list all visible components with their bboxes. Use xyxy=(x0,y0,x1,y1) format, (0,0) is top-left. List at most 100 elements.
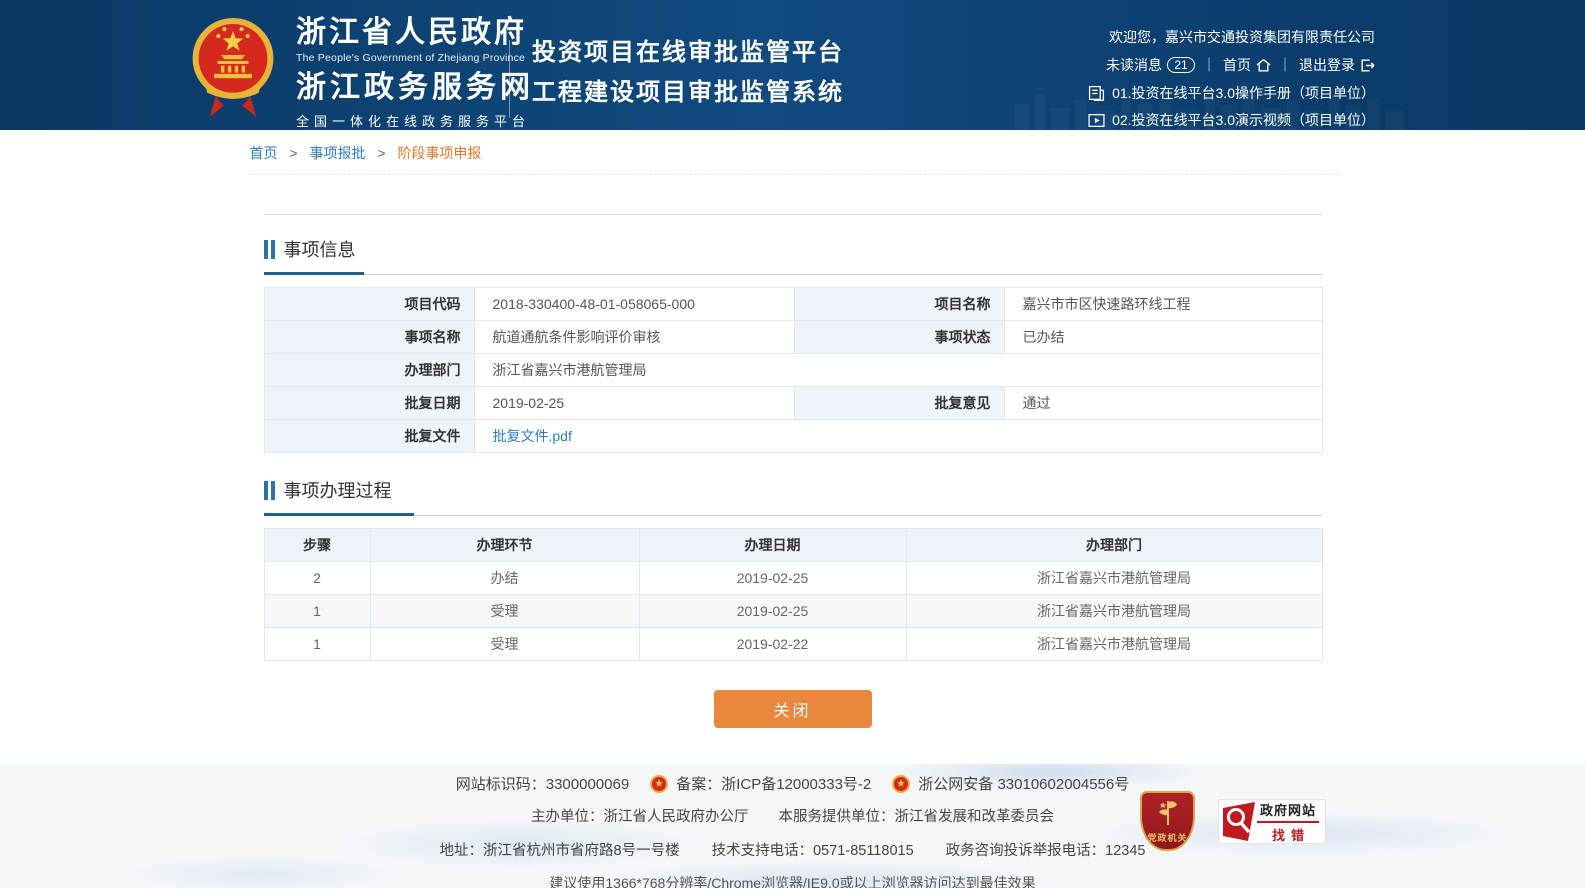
info-table: 项目代码 2018-330400-48-01-058065-000 项目名称 嘉… xyxy=(264,287,1323,453)
process-section-title: 事项办理过程 xyxy=(284,477,392,503)
cell-department: 浙江省嘉兴市港航管理局 xyxy=(906,562,1322,595)
section-underline xyxy=(264,272,1322,275)
gov-title: 浙江省人民政府 xyxy=(296,16,534,50)
find-error-badge[interactable]: 政府网站 找错 xyxy=(1218,799,1326,844)
home-link[interactable]: 首页 xyxy=(1223,54,1271,76)
close-button[interactable]: 关闭 xyxy=(714,690,872,728)
info-value: 批复文件.pdf xyxy=(474,420,1322,453)
address-text: 地址：浙江省杭州市省府路8号一号楼 xyxy=(440,839,680,860)
find-error-title: 政府网站 xyxy=(1257,800,1319,823)
tech-phone-text: 技术支持电话：0571-85118015 xyxy=(712,839,914,860)
column-header: 步骤 xyxy=(264,529,370,562)
section-bars-icon xyxy=(264,481,275,500)
gov-title-en: The People's Government of Zhejiang Prov… xyxy=(296,52,534,64)
cell-stage: 受理 xyxy=(370,628,639,661)
police-record[interactable]: 浙公网安备 33010602004556号 xyxy=(891,773,1129,794)
logout-label: 退出登录 xyxy=(1299,54,1355,76)
header-divider xyxy=(509,40,510,118)
table-row: 批复日期 2019-02-25 批复意见 通过 xyxy=(264,387,1322,420)
info-label: 项目代码 xyxy=(264,288,474,321)
home-label: 首页 xyxy=(1223,54,1251,76)
table-row: 1 受理 2019-02-25 浙江省嘉兴市港航管理局 xyxy=(264,595,1322,628)
section-bars-icon xyxy=(264,240,275,259)
breadcrumb-separator: > xyxy=(377,145,385,161)
cell-step: 2 xyxy=(264,562,370,595)
cell-department: 浙江省嘉兴市港航管理局 xyxy=(906,595,1322,628)
main-content: 事项信息 项目代码 2018-330400-48-01-058065-000 项… xyxy=(264,214,1322,728)
header-separator: ｜ xyxy=(1202,54,1216,76)
welcome-text: 欢迎您，嘉兴市交通投资集团有限责任公司 xyxy=(1088,26,1375,48)
party-badge-icon xyxy=(1157,799,1179,829)
info-section-header: 事项信息 xyxy=(264,215,1322,262)
portal-subtitle: 全国一体化在线政务服务平台 xyxy=(296,111,534,130)
mini-emblem-icon xyxy=(891,774,911,794)
process-table: 步骤 办理环节 办理日期 办理部门 2 办结 2019-02-25 浙江省嘉兴市… xyxy=(264,528,1323,661)
table-row: 1 受理 2019-02-22 浙江省嘉兴市港航管理局 xyxy=(264,628,1322,661)
column-header: 办理部门 xyxy=(906,529,1322,562)
gov-logo-block: 浙江省人民政府 The People's Government of Zheji… xyxy=(296,16,534,130)
process-section-header: 事项办理过程 xyxy=(264,453,1322,503)
header-separator: ｜ xyxy=(1278,54,1292,76)
info-value: 已办结 xyxy=(1004,321,1322,354)
info-value: 通过 xyxy=(1004,387,1322,420)
info-value: 2019-02-25 xyxy=(474,387,794,420)
find-error-action: 找错 xyxy=(1257,825,1319,844)
logout-link[interactable]: 退出登录 xyxy=(1299,54,1375,76)
cell-stage: 办结 xyxy=(370,562,639,595)
breadcrumb-home-link[interactable]: 首页 xyxy=(250,145,278,161)
cell-date: 2019-02-25 xyxy=(639,595,906,628)
info-label: 事项状态 xyxy=(794,321,1004,354)
unread-messages-link[interactable]: 未读消息 21 xyxy=(1106,54,1195,76)
browser-tip-text: 建议使用1366*768分辨率/Chrome浏览器/IE9.0或以上浏览器访问达… xyxy=(549,873,1035,888)
section-underline xyxy=(264,513,1322,516)
system-title-line1: 投资项目在线审批监管平台 xyxy=(532,32,844,72)
system-title-block: 投资项目在线审批监管平台 工程建设项目审批监管系统 xyxy=(532,32,844,112)
icp-record[interactable]: 备案：浙ICP备12000333号-2 xyxy=(649,773,871,794)
info-value: 2018-330400-48-01-058065-000 xyxy=(474,288,794,321)
cell-date: 2019-02-25 xyxy=(639,562,906,595)
system-title-line2: 工程建设项目审批监管系统 xyxy=(532,72,844,112)
info-value: 航道通航条件影响评价审核 xyxy=(474,321,794,354)
breadcrumb: 首页 > 事项报批 > 阶段事项申报 xyxy=(248,130,1338,175)
info-section-title: 事项信息 xyxy=(284,236,356,262)
cell-date: 2019-02-22 xyxy=(639,628,906,661)
provider-text: 本服务提供单位：浙江省发展和改革委员会 xyxy=(779,805,1055,826)
table-row: 办理部门 浙江省嘉兴市港航管理局 xyxy=(264,354,1322,387)
info-label: 批复文件 xyxy=(264,420,474,453)
breadcrumb-report-link[interactable]: 事项报批 xyxy=(309,145,365,161)
info-label: 批复日期 xyxy=(264,387,474,420)
page-header: 浙江省人民政府 The People's Government of Zheji… xyxy=(0,0,1585,130)
cell-department: 浙江省嘉兴市港航管理局 xyxy=(906,628,1322,661)
icp-text: 备案：浙ICP备12000333号-2 xyxy=(676,773,871,794)
skyline-watermark xyxy=(1005,84,1425,130)
site-code: 网站标识码：3300000069 xyxy=(456,773,629,794)
info-label: 项目名称 xyxy=(794,288,1004,321)
table-header-row: 步骤 办理环节 办理日期 办理部门 xyxy=(264,529,1322,562)
cell-step: 1 xyxy=(264,628,370,661)
info-value: 嘉兴市市区快速路环线工程 xyxy=(1004,288,1322,321)
breadcrumb-separator: > xyxy=(289,145,297,161)
police-text: 浙公网安备 33010602004556号 xyxy=(918,773,1129,794)
organizer-text: 主办单位：浙江省人民政府办公厅 xyxy=(531,805,749,826)
logout-icon xyxy=(1360,58,1375,73)
party-gov-badge[interactable]: 党政机关 xyxy=(1140,791,1195,851)
info-label: 办理部门 xyxy=(264,354,474,387)
info-label: 事项名称 xyxy=(264,321,474,354)
approval-file-pdf-link[interactable]: 批复文件.pdf xyxy=(493,428,572,444)
page-footer: 网站标识码：3300000069 备案：浙ICP备12000333号-2 浙公网… xyxy=(0,764,1585,888)
magnifier-flag-icon xyxy=(1221,801,1257,842)
table-row: 批复文件 批复文件.pdf xyxy=(264,420,1322,453)
home-icon xyxy=(1256,58,1271,73)
party-badge-label: 党政机关 xyxy=(1147,831,1187,849)
column-header: 办理日期 xyxy=(639,529,906,562)
unread-count-badge[interactable]: 21 xyxy=(1167,57,1195,73)
national-emblem-icon xyxy=(190,12,276,122)
hotline-text: 政务咨询投诉举报电话：12345 xyxy=(946,839,1146,860)
table-row: 项目代码 2018-330400-48-01-058065-000 项目名称 嘉… xyxy=(264,288,1322,321)
column-header: 办理环节 xyxy=(370,529,639,562)
table-row: 2 办结 2019-02-25 浙江省嘉兴市港航管理局 xyxy=(264,562,1322,595)
portal-title: 浙江政务服务网 xyxy=(296,71,534,105)
table-row: 事项名称 航道通航条件影响评价审核 事项状态 已办结 xyxy=(264,321,1322,354)
info-value: 浙江省嘉兴市港航管理局 xyxy=(474,354,1322,387)
cell-stage: 受理 xyxy=(370,595,639,628)
